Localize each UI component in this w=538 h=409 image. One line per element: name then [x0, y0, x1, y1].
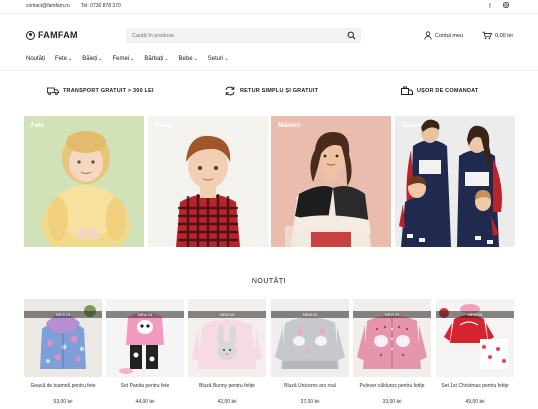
contact-info: contact@famfam.ro Tel: 0736 878 370 — [26, 3, 131, 9]
product-card[interactable]: NEW IN Pulover călduros pentru fetițe 33… — [353, 299, 431, 405]
product-image[interactable]: NEW IN — [188, 299, 266, 377]
product-name[interactable]: Bluză Unicorns ars roal — [271, 383, 349, 397]
product-price: 44,00 lei — [135, 399, 155, 405]
search-icon[interactable] — [347, 31, 356, 40]
contact-phone[interactable]: Tel: 0736 878 370 — [81, 3, 121, 9]
category-image — [271, 116, 391, 247]
order-icon — [401, 86, 413, 95]
product-name[interactable]: Bluză Bunny pentru fetițe — [188, 383, 266, 397]
new-in-badge: NEW IN — [188, 311, 266, 318]
nav-item-barbati[interactable]: Bărbați ⌄ — [144, 56, 168, 62]
product-name[interactable]: Pulover călduros pentru fetițe — [353, 383, 431, 397]
top-bar: contact@famfam.ro Tel: 0736 878 370 f — [0, 0, 538, 14]
account-label: Contul meu — [435, 32, 464, 39]
search-bar — [126, 28, 361, 43]
nav-item-seturi[interactable]: Seturi ⌄ — [208, 56, 229, 62]
chevron-down-icon: ⌄ — [193, 56, 198, 62]
product-name[interactable]: Set Panda pentru fete — [106, 383, 184, 397]
benefit-label: UȘOR DE COMANDAT — [417, 88, 479, 94]
user-icon — [424, 31, 432, 40]
category-tile-baieti[interactable]: Băieți — [148, 116, 268, 247]
product-card[interactable]: NEW IN Set 1st Christmas pentru fetițe 4… — [436, 299, 514, 405]
benefit-label: TRANSPORT GRATUIT > 300 LEI — [63, 88, 154, 94]
benefits-bar: TRANSPORT GRATUIT > 300 LEI RETUR SIMPLU… — [0, 86, 538, 100]
main-nav: Noutăți Fete ⌄ Băieți ⌄ Femei ⌄ Bărbați ⌄ Be… — [26, 56, 229, 62]
product-price: 53,00 lei — [53, 399, 73, 405]
category-tile-mamici[interactable]: Mămici — [271, 116, 391, 247]
benefit-ordering: UȘOR DE COMANDAT — [401, 86, 478, 96]
product-image[interactable]: NEW IN — [24, 299, 102, 377]
benefit-shipping: TRANSPORT GRATUIT > 300 LEI — [47, 86, 154, 96]
category-image — [24, 116, 144, 247]
nav-label: Seturi — [207, 56, 224, 62]
logo-mark-icon — [26, 30, 35, 40]
site-logo[interactable]: FAMFAM — [26, 30, 78, 40]
product-card[interactable]: NEW IN Bluză Bunny pentru fetițe 42,00 l… — [188, 299, 266, 405]
category-label: Seturi — [402, 122, 421, 129]
chevron-down-icon: ⌄ — [164, 56, 169, 62]
new-in-badge: NEW IN — [24, 311, 102, 318]
search-input[interactable] — [126, 28, 336, 43]
product-price: 49,00 lei — [465, 399, 485, 405]
new-in-badge: NEW IN — [271, 311, 349, 318]
account-link[interactable]: Contul meu — [424, 31, 463, 40]
logo-text: FAMFAM — [38, 30, 78, 40]
return-icon — [225, 86, 235, 96]
facebook-icon[interactable]: f — [485, 2, 495, 12]
cart-link[interactable]: 0,00 lei — [482, 31, 513, 40]
product-image[interactable]: NEW IN — [106, 299, 184, 377]
category-label: Fete — [31, 122, 45, 129]
header: FAMFAM Contul meu 0,00 lei — [0, 22, 538, 50]
benefit-label: RETUR SIMPLU ȘI GRATUIT — [240, 88, 319, 94]
nav-divider — [0, 70, 538, 71]
chevron-down-icon: ⌄ — [68, 56, 73, 62]
cart-total: 0,00 lei — [495, 32, 513, 39]
category-tile-fete[interactable]: Fete — [24, 116, 144, 247]
nav-item-baieti[interactable]: Băieți ⌄ — [82, 56, 102, 62]
benefit-returns: RETUR SIMPLU ȘI GRATUIT — [224, 86, 318, 96]
nav-label: Noutăți — [26, 56, 46, 62]
product-image[interactable]: NEW IN — [353, 299, 431, 377]
truck-icon — [47, 87, 59, 96]
product-price: 33,00 lei — [382, 399, 402, 405]
category-tile-seturi[interactable]: Seturi — [395, 116, 515, 247]
category-image — [395, 116, 515, 247]
product-image[interactable]: NEW IN — [436, 299, 514, 377]
product-price: 42,00 lei — [217, 399, 237, 405]
nav-label: Fete — [55, 56, 68, 62]
nav-item-femei[interactable]: Femei ⌄ — [112, 56, 134, 62]
contact-email[interactable]: contact@famfam.ro — [26, 3, 70, 9]
nav-item-noutati[interactable]: Noutăți — [26, 56, 45, 62]
category-image — [148, 116, 268, 247]
new-in-badge: NEW IN — [106, 311, 184, 318]
cart-icon — [482, 31, 492, 40]
product-card[interactable]: NEW IN Bluză Unicorns ars roal 37,00 lei — [271, 299, 349, 405]
chevron-down-icon: ⌄ — [130, 56, 135, 62]
product-image[interactable]: NEW IN — [271, 299, 349, 377]
nav-label: Femei — [112, 56, 130, 62]
category-grid: Fete Băieți Mămici Seturi — [24, 116, 515, 247]
chevron-down-icon: ⌄ — [98, 56, 103, 62]
product-name[interactable]: Geacă de toamnă pentru fete — [24, 383, 102, 397]
instagram-icon[interactable] — [501, 2, 511, 12]
category-label: Mămici — [278, 122, 301, 129]
nav-label: Băieți — [82, 56, 98, 62]
chevron-down-icon: ⌄ — [224, 56, 229, 62]
nav-label: Bebe — [178, 56, 193, 62]
section-title: NOUTĂȚI — [251, 278, 287, 285]
product-price: 37,00 lei — [300, 399, 320, 405]
product-card[interactable]: NEW IN Set Panda pentru fete 44,00 lei — [106, 299, 184, 405]
product-name[interactable]: Set 1st Christmas pentru fetițe — [436, 383, 514, 397]
nav-item-fete[interactable]: Fete ⌄ — [55, 56, 72, 62]
category-label: Băieți — [155, 122, 173, 129]
new-in-badge: NEW IN — [353, 311, 431, 318]
new-in-badge: NEW IN — [436, 311, 514, 318]
product-card[interactable]: NEW IN Geacă de toamnă pentru fete 53,00… — [24, 299, 102, 405]
nav-item-bebe[interactable]: Bebe ⌄ — [179, 56, 198, 62]
nav-label: Bărbați — [144, 56, 164, 62]
